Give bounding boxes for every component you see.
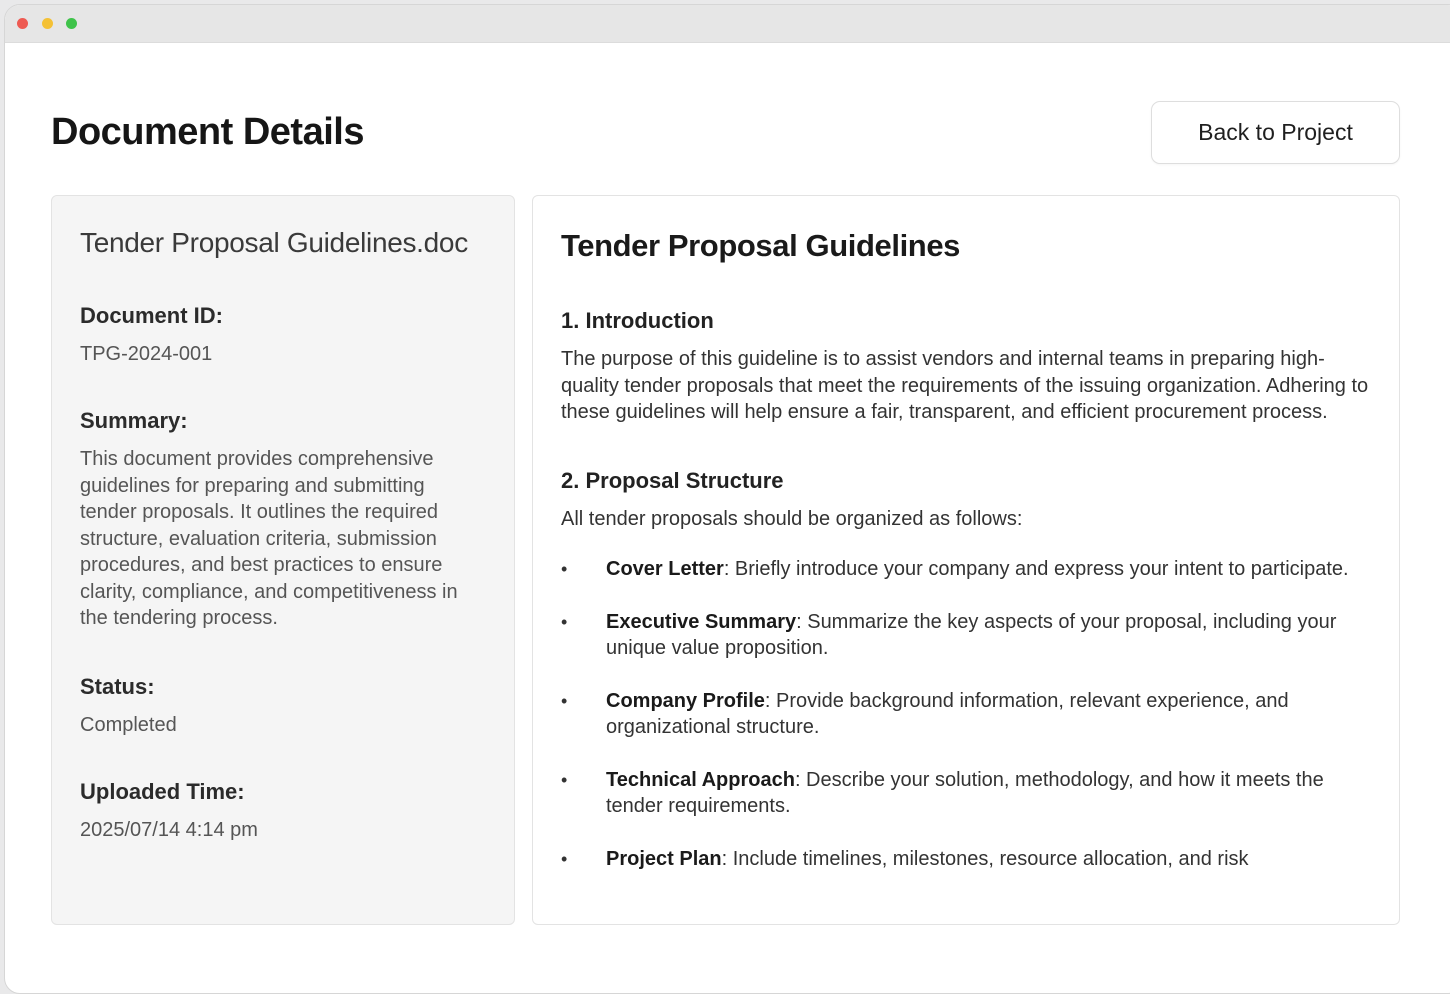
list-item: • Executive Summary: Summarize the key a… [561, 609, 1371, 662]
bullet-marker: • [561, 611, 568, 632]
document-preview-panel[interactable]: Tender Proposal Guidelines 1. Introducti… [532, 195, 1400, 925]
section-heading-introduction: 1. Introduction [561, 308, 714, 333]
list-item: • Company Profile: Provide background in… [561, 688, 1371, 741]
window-titlebar [5, 5, 1450, 43]
bullet-marker: • [561, 559, 568, 579]
status-label: Status: [80, 673, 155, 699]
page-title: Document Details [51, 111, 364, 153]
summary-label: Summary: [80, 408, 188, 433]
bullet-marker: • [561, 848, 568, 869]
list-item: • Technical Approach: Describe your solu… [561, 767, 1371, 820]
proposal-structure-intro: All tender proposals should be organized… [561, 507, 1023, 530]
list-item-term: Executive Summary [606, 610, 797, 633]
bullet-marker: • [561, 690, 568, 711]
status-value: Completed [80, 713, 177, 736]
app-window: Document Details Back to Project Tender … [4, 4, 1450, 994]
list-item-text: : Briefly introduce your company and exp… [723, 558, 1349, 580]
list-item-term: Project Plan [606, 847, 722, 870]
close-window-button[interactable] [17, 18, 28, 29]
section-heading-proposal-structure: 2. Proposal Structure [561, 467, 784, 493]
list-item: • Cover Letter: Briefly introduce your c… [561, 556, 1371, 583]
list-item-text: : Include timelines, milestones, resourc… [721, 847, 1249, 870]
summary-value: This document provides comprehensive gui… [80, 448, 458, 629]
introduction-paragraph: The purpose of this guideline is to assi… [561, 348, 1369, 423]
bullet-marker: • [561, 769, 568, 790]
uploaded-time-value: 2025/07/14 4:14 pm [80, 818, 258, 841]
uploaded-time-label: Uploaded Time: [80, 778, 245, 804]
proposal-structure-list: • Cover Letter: Briefly introduce your c… [561, 556, 1371, 872]
back-to-project-button[interactable]: Back to Project [1151, 101, 1400, 164]
maximize-window-button[interactable] [66, 18, 77, 29]
list-item: • Project Plan: Include timelines, miles… [561, 846, 1371, 873]
list-item-term: Technical Approach [606, 768, 795, 791]
list-item-term: Company Profile [606, 689, 765, 712]
document-preview-title: Tender Proposal Guidelines [561, 228, 961, 263]
list-item-term: Cover Letter [606, 558, 724, 580]
document-id-value: TPG-2024-001 [80, 343, 213, 365]
document-id-label: Document ID: [80, 303, 223, 328]
document-info-panel: Tender Proposal Guidelines.doc Document … [51, 195, 515, 925]
file-name: Tender Proposal Guidelines.doc [80, 227, 468, 258]
minimize-window-button[interactable] [42, 18, 53, 29]
